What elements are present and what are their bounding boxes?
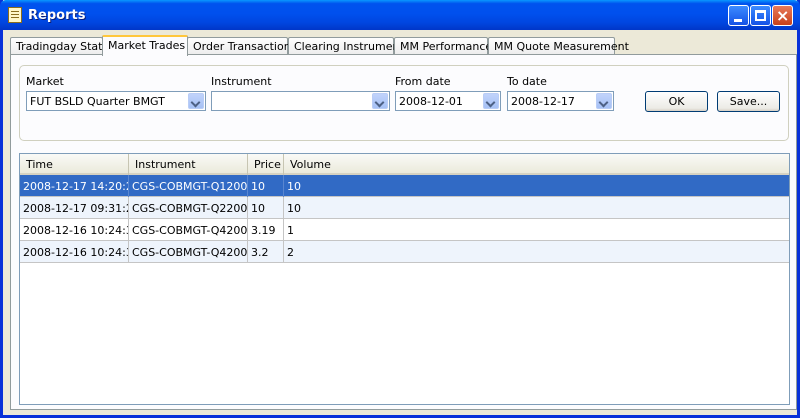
chevron-down-icon[interactable] bbox=[188, 93, 204, 109]
ok-button[interactable]: OK bbox=[645, 91, 708, 112]
cell-instrument: CGS-COBMGT-Q22009 bbox=[129, 197, 248, 219]
cell-volume: 10 bbox=[287, 180, 301, 193]
to-date-label: To date bbox=[507, 75, 547, 88]
cell-price: 10 bbox=[248, 197, 284, 219]
from-date-label: From date bbox=[395, 75, 451, 88]
instrument-select[interactable] bbox=[211, 91, 390, 111]
cell-instrument: CGS-COBMGT-Q12009 bbox=[129, 175, 248, 197]
chevron-down-icon[interactable] bbox=[596, 93, 612, 109]
close-button[interactable]: × bbox=[772, 5, 793, 26]
trades-grid[interactable]: Time Instrument Price Volume 2008-12-17 … bbox=[19, 153, 790, 405]
reports-window: Reports × Tradingday Stats Market Trades… bbox=[0, 0, 800, 418]
title-bar[interactable]: Reports × bbox=[0, 0, 800, 30]
window-title: Reports bbox=[28, 8, 86, 23]
table-row[interactable]: 2008-12-16 10:24:39 CGS-COBMGT-Q42009 3.… bbox=[20, 219, 789, 241]
column-header-time[interactable]: Time bbox=[20, 154, 129, 175]
table-row[interactable]: 2008-12-17 14:20:27 CGS-COBMGT-Q12009 10… bbox=[20, 175, 789, 197]
from-date-picker[interactable]: 2008-12-01 bbox=[395, 91, 501, 111]
cell-volume: 10 bbox=[287, 202, 301, 215]
grid-header: Time Instrument Price Volume bbox=[20, 154, 789, 175]
close-icon: × bbox=[776, 6, 790, 25]
maximize-icon bbox=[755, 10, 766, 21]
cell-price: 3.19 bbox=[248, 219, 284, 241]
cell-time: 2008-12-17 09:31:29 bbox=[20, 197, 129, 219]
column-header-volume[interactable]: Volume bbox=[284, 154, 789, 175]
tab-market-trades[interactable]: Market Trades bbox=[102, 35, 188, 56]
cell-instrument: CGS-COBMGT-Q42009 bbox=[129, 241, 248, 263]
save-button[interactable]: Save... bbox=[717, 91, 780, 112]
cell-price: 3.2 bbox=[248, 241, 284, 263]
chevron-down-icon[interactable] bbox=[372, 93, 388, 109]
chevron-down-icon[interactable] bbox=[483, 93, 499, 109]
cell-time: 2008-12-16 10:24:39 bbox=[20, 241, 129, 263]
tab-tradingday-stats[interactable]: Tradingday Stats bbox=[10, 37, 108, 55]
minimize-button[interactable] bbox=[728, 5, 749, 26]
tab-order-transactions[interactable]: Order Transactions bbox=[187, 37, 296, 55]
column-header-price[interactable]: Price bbox=[248, 154, 284, 175]
maximize-button[interactable] bbox=[750, 5, 771, 26]
cell-price: 10 bbox=[248, 175, 284, 197]
to-date-value: 2008-12-17 bbox=[511, 95, 575, 108]
document-icon bbox=[8, 7, 22, 23]
instrument-label: Instrument bbox=[211, 75, 272, 88]
cell-volume: 1 bbox=[287, 224, 294, 237]
table-row[interactable]: 2008-12-16 10:24:39 CGS-COBMGT-Q42009 3.… bbox=[20, 241, 789, 263]
cell-time: 2008-12-16 10:24:39 bbox=[20, 219, 129, 241]
cell-volume: 2 bbox=[287, 246, 294, 259]
cell-time: 2008-12-17 14:20:27 bbox=[20, 175, 129, 197]
tab-mm-quote-measurement[interactable]: MM Quote Measurement bbox=[488, 37, 629, 55]
market-trades-panel: Market FUT BSLD Quarter BMGT Instrument … bbox=[10, 54, 797, 410]
column-header-instrument[interactable]: Instrument bbox=[129, 154, 248, 175]
to-date-picker[interactable]: 2008-12-17 bbox=[507, 91, 614, 111]
filter-group: Market FUT BSLD Quarter BMGT Instrument … bbox=[19, 65, 789, 141]
from-date-value: 2008-12-01 bbox=[399, 95, 463, 108]
market-select[interactable]: FUT BSLD Quarter BMGT bbox=[26, 91, 206, 111]
tab-mm-performance[interactable]: MM Performance bbox=[394, 37, 492, 55]
market-value: FUT BSLD Quarter BMGT bbox=[30, 95, 165, 108]
market-label: Market bbox=[26, 75, 64, 88]
cell-instrument: CGS-COBMGT-Q42009 bbox=[129, 219, 248, 241]
table-row[interactable]: 2008-12-17 09:31:29 CGS-COBMGT-Q22009 10… bbox=[20, 197, 789, 219]
minimize-icon bbox=[734, 19, 742, 22]
tab-clearing-instruments[interactable]: Clearing Instruments bbox=[288, 37, 410, 55]
